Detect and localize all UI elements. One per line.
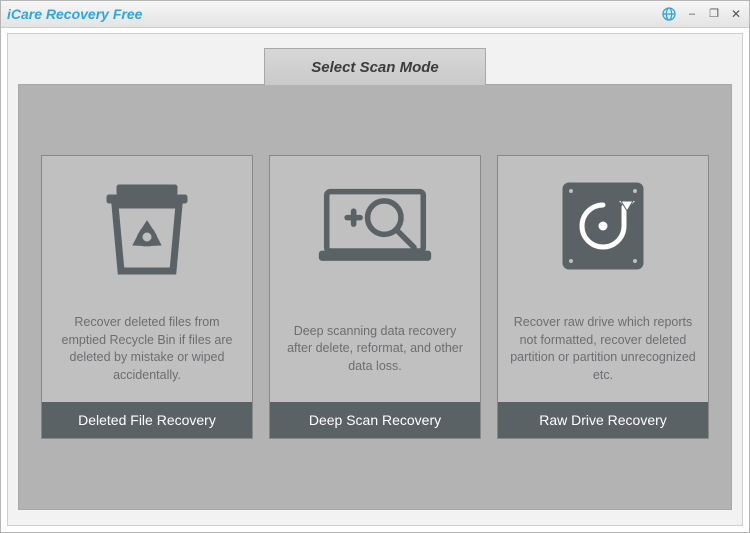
titlebar: iCare Recovery Free – ❐ ✕ [1,1,749,28]
card-description: Deep scanning data recovery after delete… [270,296,480,402]
card-raw-drive-recovery[interactable]: Recover raw drive which reports not form… [497,155,709,439]
app-window: iCare Recovery Free – ❐ ✕ Select Scan Mo… [0,0,750,533]
card-deleted-file-recovery[interactable]: Recover deleted files from emptied Recyc… [41,155,253,439]
app-title: iCare Recovery Free [7,6,661,22]
body-area: Select Scan Mode [7,33,743,526]
card-button-label: Deleted File Recovery [78,412,216,428]
minimize-button[interactable]: – [685,7,699,21]
options-panel: Recover deleted files from emptied Recyc… [18,84,732,510]
restore-button[interactable]: ❐ [707,7,721,21]
recycle-bin-icon [42,156,252,296]
globe-icon[interactable] [661,6,677,22]
card-description: Recover deleted files from emptied Recyc… [42,296,252,402]
card-button[interactable]: Raw Drive Recovery [498,402,708,438]
close-button[interactable]: ✕ [729,7,743,21]
deep-scan-icon [270,156,480,296]
scan-mode-tab: Select Scan Mode [264,48,486,85]
card-button-label: Deep Scan Recovery [309,412,441,428]
window-controls: – ❐ ✕ [661,6,743,22]
card-deep-scan-recovery[interactable]: Deep scanning data recovery after delete… [269,155,481,439]
raw-drive-icon [498,156,708,296]
card-button[interactable]: Deleted File Recovery [42,402,252,438]
card-button-label: Raw Drive Recovery [539,412,667,428]
tab-label: Select Scan Mode [311,59,439,76]
card-description: Recover raw drive which reports not form… [498,296,708,402]
card-button[interactable]: Deep Scan Recovery [270,402,480,438]
